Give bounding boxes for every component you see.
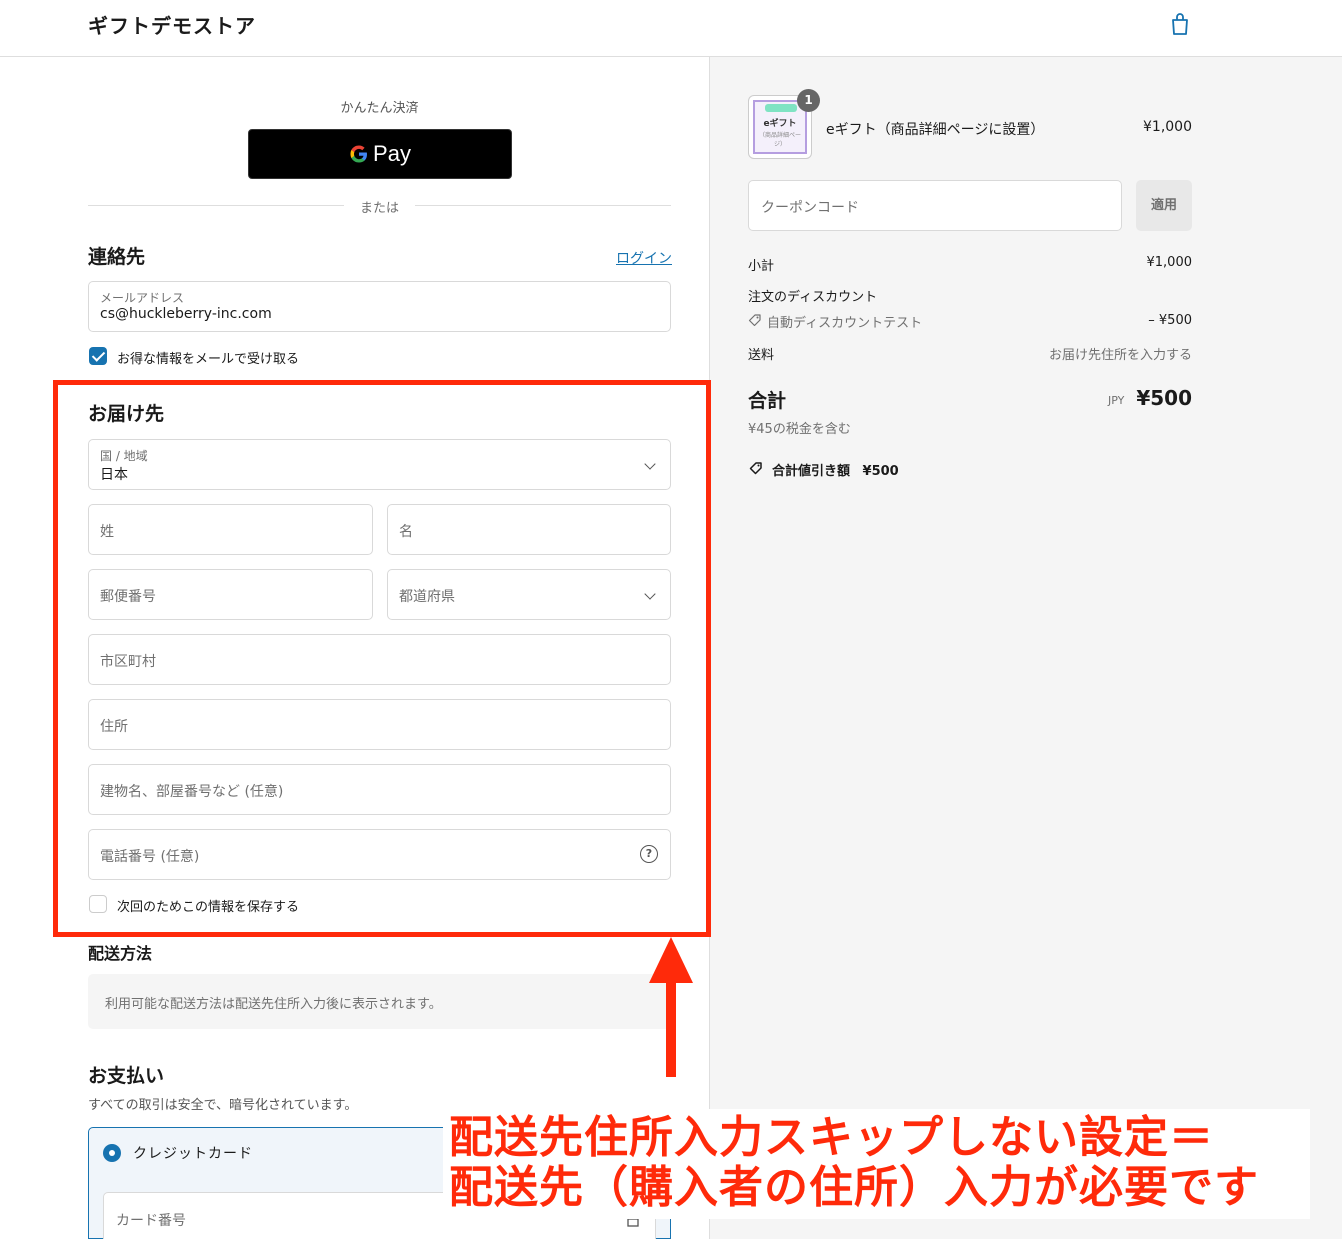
savings-tag-icon [749,462,762,475]
express-checkout-label: かんたん決済 [340,101,419,116]
coupon-input[interactable]: クーポンコード [748,180,1122,231]
shipping-value: お届け先住所を入力する [1048,348,1192,363]
shipping-label: 送料 [748,348,775,363]
payment-title: お支払い [88,1065,165,1087]
savings-value: ¥500 [862,464,899,479]
annotation-highlight-box [53,380,711,937]
total-label: 合計 [748,390,787,412]
credit-card-label: クレジットカード [133,1146,253,1162]
currency-code: JPY [1108,394,1125,407]
discount-value: – ¥500 [1148,313,1192,328]
annotation-line-1: 配送先住所入力スキップしない設定＝ [449,1112,1214,1163]
subtotal-value: ¥1,000 [1146,255,1193,270]
newsletter-checkbox[interactable] [89,347,107,365]
email-field[interactable]: メールアドレス cs@huckleberry-inc.com [88,281,671,332]
card-number-placeholder: カード番号 [116,1213,186,1229]
quantity-badge: 1 [797,89,820,112]
subtotal-label: 小計 [748,259,775,274]
thumbnail-subtitle: （商品詳細ページ） [758,132,801,148]
newsletter-label: お得な情報をメールで受け取る [117,352,300,367]
savings-label: 合計値引き額 [772,464,851,479]
order-summary-panel [709,57,1342,1239]
product-name: eギフト（商品詳細ページに設置） [826,122,1045,138]
google-pay-label: Pay [373,141,411,166]
shipping-method-title: 配送方法 [88,944,153,963]
or-text: または [359,201,399,216]
apply-coupon-button[interactable]: 適用 [1136,180,1192,231]
order-discount-label: 注文のディスカウント [748,290,878,305]
credit-card-radio[interactable] [103,1144,121,1162]
login-link[interactable]: ログイン [616,248,672,268]
google-g-icon [350,145,368,163]
thumbnail-title: eギフト [763,119,797,129]
annotation-line-2: 配送先（購入者の住所）入力が必要です [449,1162,1259,1213]
store-name[interactable]: ギフトデモストア [88,10,256,39]
annotation-arrow-shaft [666,975,676,1077]
google-pay-button[interactable]: Pay [248,129,512,179]
product-price: ¥1,000 [1143,119,1192,135]
or-divider: または [88,197,671,216]
email-label: メールアドレス [100,291,185,305]
contact-title: 連絡先 [88,246,146,268]
payment-subtitle: すべての取引は安全で、暗号化されています。 [88,1098,358,1113]
header: ギフトデモストア [0,0,1342,57]
discount-tag-icon [748,314,761,327]
shopping-bag-icon[interactable] [1170,12,1190,36]
annotation-callout: 配送先住所入力スキップしない設定＝ 配送先（購入者の住所）入力が必要です [443,1109,1310,1219]
tax-note: ¥45の税金を含む [748,422,851,437]
email-value: cs@huckleberry-inc.com [100,306,272,322]
total-savings: 合計値引き額 ¥500 [772,460,899,479]
discount-name: 自動ディスカウントテスト [767,316,923,331]
total-value: ¥500 [1136,386,1192,410]
shipping-notice: 利用可能な配送方法は配送先住所入力後に表示されます。 [88,974,671,1029]
coupon-placeholder: クーポンコード [761,200,859,216]
